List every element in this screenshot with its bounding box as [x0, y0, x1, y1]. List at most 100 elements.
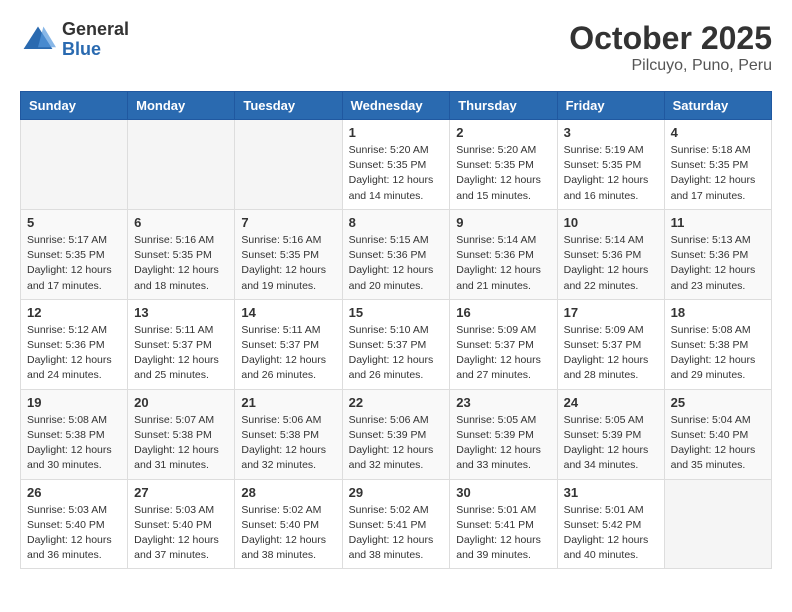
calendar-cell: 16 Sunrise: 5:09 AMSunset: 5:37 PMDaylig…	[450, 299, 557, 389]
day-number: 25	[671, 395, 765, 410]
calendar-cell: 25 Sunrise: 5:04 AMSunset: 5:40 PMDaylig…	[664, 389, 771, 479]
calendar-cell: 23 Sunrise: 5:05 AMSunset: 5:39 PMDaylig…	[450, 389, 557, 479]
weekday-header: Wednesday	[342, 92, 450, 120]
logo-icon	[20, 22, 56, 58]
calendar-cell	[21, 120, 128, 210]
calendar-cell: 8 Sunrise: 5:15 AMSunset: 5:36 PMDayligh…	[342, 209, 450, 299]
day-number: 19	[27, 395, 121, 410]
calendar-cell	[235, 120, 342, 210]
weekday-header: Tuesday	[235, 92, 342, 120]
day-info: Sunrise: 5:04 AMSunset: 5:40 PMDaylight:…	[671, 414, 756, 472]
day-number: 29	[349, 485, 444, 500]
calendar-cell: 14 Sunrise: 5:11 AMSunset: 5:37 PMDaylig…	[235, 299, 342, 389]
calendar-cell: 3 Sunrise: 5:19 AMSunset: 5:35 PMDayligh…	[557, 120, 664, 210]
day-number: 21	[241, 395, 335, 410]
calendar-cell: 30 Sunrise: 5:01 AMSunset: 5:41 PMDaylig…	[450, 479, 557, 569]
calendar-week-row: 26 Sunrise: 5:03 AMSunset: 5:40 PMDaylig…	[21, 479, 772, 569]
day-info: Sunrise: 5:01 AMSunset: 5:41 PMDaylight:…	[456, 504, 541, 562]
weekday-header: Thursday	[450, 92, 557, 120]
calendar-cell: 5 Sunrise: 5:17 AMSunset: 5:35 PMDayligh…	[21, 209, 128, 299]
weekday-header: Friday	[557, 92, 664, 120]
calendar-cell: 27 Sunrise: 5:03 AMSunset: 5:40 PMDaylig…	[128, 479, 235, 569]
day-info: Sunrise: 5:20 AMSunset: 5:35 PMDaylight:…	[349, 144, 434, 202]
calendar-cell: 6 Sunrise: 5:16 AMSunset: 5:35 PMDayligh…	[128, 209, 235, 299]
day-info: Sunrise: 5:03 AMSunset: 5:40 PMDaylight:…	[27, 504, 112, 562]
calendar-cell: 18 Sunrise: 5:08 AMSunset: 5:38 PMDaylig…	[664, 299, 771, 389]
calendar-cell: 20 Sunrise: 5:07 AMSunset: 5:38 PMDaylig…	[128, 389, 235, 479]
day-info: Sunrise: 5:12 AMSunset: 5:36 PMDaylight:…	[27, 324, 112, 382]
calendar-cell: 15 Sunrise: 5:10 AMSunset: 5:37 PMDaylig…	[342, 299, 450, 389]
day-number: 11	[671, 215, 765, 230]
calendar-week-row: 5 Sunrise: 5:17 AMSunset: 5:35 PMDayligh…	[21, 209, 772, 299]
day-number: 22	[349, 395, 444, 410]
day-number: 24	[564, 395, 658, 410]
day-number: 13	[134, 305, 228, 320]
day-number: 10	[564, 215, 658, 230]
calendar-cell: 1 Sunrise: 5:20 AMSunset: 5:35 PMDayligh…	[342, 120, 450, 210]
day-info: Sunrise: 5:11 AMSunset: 5:37 PMDaylight:…	[241, 324, 326, 382]
logo: General Blue	[20, 20, 129, 60]
calendar-cell: 4 Sunrise: 5:18 AMSunset: 5:35 PMDayligh…	[664, 120, 771, 210]
day-number: 4	[671, 125, 765, 140]
calendar-cell: 21 Sunrise: 5:06 AMSunset: 5:38 PMDaylig…	[235, 389, 342, 479]
day-info: Sunrise: 5:02 AMSunset: 5:41 PMDaylight:…	[349, 504, 434, 562]
weekday-header-row: SundayMondayTuesdayWednesdayThursdayFrid…	[21, 92, 772, 120]
day-number: 23	[456, 395, 550, 410]
day-number: 1	[349, 125, 444, 140]
day-info: Sunrise: 5:11 AMSunset: 5:37 PMDaylight:…	[134, 324, 219, 382]
day-info: Sunrise: 5:10 AMSunset: 5:37 PMDaylight:…	[349, 324, 434, 382]
calendar-week-row: 19 Sunrise: 5:08 AMSunset: 5:38 PMDaylig…	[21, 389, 772, 479]
calendar-cell: 10 Sunrise: 5:14 AMSunset: 5:36 PMDaylig…	[557, 209, 664, 299]
day-number: 15	[349, 305, 444, 320]
day-number: 31	[564, 485, 658, 500]
day-info: Sunrise: 5:03 AMSunset: 5:40 PMDaylight:…	[134, 504, 219, 562]
day-info: Sunrise: 5:06 AMSunset: 5:39 PMDaylight:…	[349, 414, 434, 472]
page-header: General Blue October 2025 Pilcuyo, Puno,…	[20, 20, 772, 75]
logo-text: General Blue	[62, 20, 129, 60]
day-number: 18	[671, 305, 765, 320]
logo-general: General	[62, 20, 129, 40]
calendar-cell: 17 Sunrise: 5:09 AMSunset: 5:37 PMDaylig…	[557, 299, 664, 389]
day-info: Sunrise: 5:02 AMSunset: 5:40 PMDaylight:…	[241, 504, 326, 562]
day-number: 8	[349, 215, 444, 230]
day-info: Sunrise: 5:17 AMSunset: 5:35 PMDaylight:…	[27, 234, 112, 292]
day-info: Sunrise: 5:14 AMSunset: 5:36 PMDaylight:…	[564, 234, 649, 292]
day-info: Sunrise: 5:09 AMSunset: 5:37 PMDaylight:…	[456, 324, 541, 382]
location: Pilcuyo, Puno, Peru	[569, 57, 772, 75]
day-info: Sunrise: 5:08 AMSunset: 5:38 PMDaylight:…	[671, 324, 756, 382]
day-number: 20	[134, 395, 228, 410]
calendar-cell: 9 Sunrise: 5:14 AMSunset: 5:36 PMDayligh…	[450, 209, 557, 299]
day-info: Sunrise: 5:08 AMSunset: 5:38 PMDaylight:…	[27, 414, 112, 472]
calendar-cell	[128, 120, 235, 210]
weekday-header: Saturday	[664, 92, 771, 120]
day-info: Sunrise: 5:18 AMSunset: 5:35 PMDaylight:…	[671, 144, 756, 202]
calendar-week-row: 12 Sunrise: 5:12 AMSunset: 5:36 PMDaylig…	[21, 299, 772, 389]
day-info: Sunrise: 5:06 AMSunset: 5:38 PMDaylight:…	[241, 414, 326, 472]
day-info: Sunrise: 5:01 AMSunset: 5:42 PMDaylight:…	[564, 504, 649, 562]
calendar-cell: 12 Sunrise: 5:12 AMSunset: 5:36 PMDaylig…	[21, 299, 128, 389]
calendar-cell: 22 Sunrise: 5:06 AMSunset: 5:39 PMDaylig…	[342, 389, 450, 479]
day-info: Sunrise: 5:20 AMSunset: 5:35 PMDaylight:…	[456, 144, 541, 202]
calendar-cell: 11 Sunrise: 5:13 AMSunset: 5:36 PMDaylig…	[664, 209, 771, 299]
day-number: 27	[134, 485, 228, 500]
day-number: 6	[134, 215, 228, 230]
day-number: 17	[564, 305, 658, 320]
calendar-cell: 19 Sunrise: 5:08 AMSunset: 5:38 PMDaylig…	[21, 389, 128, 479]
day-number: 16	[456, 305, 550, 320]
day-number: 26	[27, 485, 121, 500]
day-number: 7	[241, 215, 335, 230]
logo-blue: Blue	[62, 40, 129, 60]
day-info: Sunrise: 5:09 AMSunset: 5:37 PMDaylight:…	[564, 324, 649, 382]
calendar-table: SundayMondayTuesdayWednesdayThursdayFrid…	[20, 91, 772, 569]
day-number: 12	[27, 305, 121, 320]
calendar-week-row: 1 Sunrise: 5:20 AMSunset: 5:35 PMDayligh…	[21, 120, 772, 210]
day-info: Sunrise: 5:05 AMSunset: 5:39 PMDaylight:…	[564, 414, 649, 472]
calendar-cell: 2 Sunrise: 5:20 AMSunset: 5:35 PMDayligh…	[450, 120, 557, 210]
day-info: Sunrise: 5:07 AMSunset: 5:38 PMDaylight:…	[134, 414, 219, 472]
calendar-cell: 7 Sunrise: 5:16 AMSunset: 5:35 PMDayligh…	[235, 209, 342, 299]
calendar-cell	[664, 479, 771, 569]
day-info: Sunrise: 5:16 AMSunset: 5:35 PMDaylight:…	[241, 234, 326, 292]
calendar-cell: 31 Sunrise: 5:01 AMSunset: 5:42 PMDaylig…	[557, 479, 664, 569]
day-number: 14	[241, 305, 335, 320]
calendar-cell: 26 Sunrise: 5:03 AMSunset: 5:40 PMDaylig…	[21, 479, 128, 569]
